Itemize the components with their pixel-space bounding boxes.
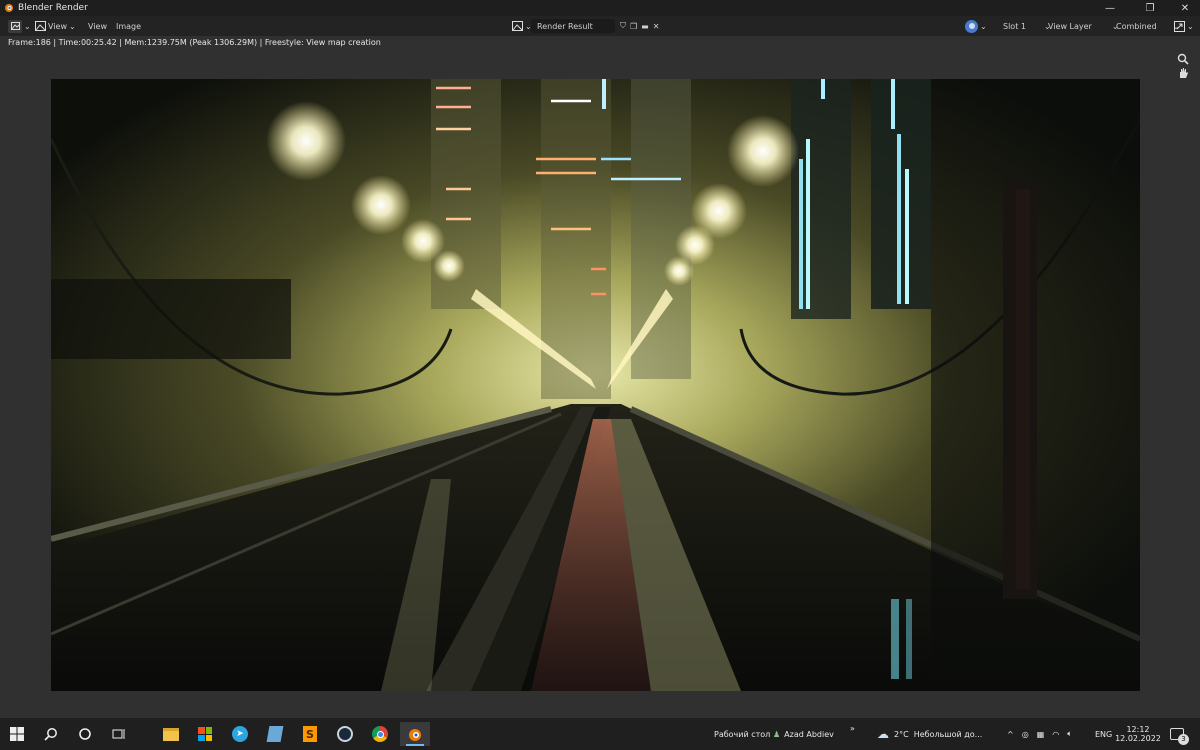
view-mode-label: View xyxy=(48,21,67,31)
menu-image-label: Image xyxy=(116,21,142,31)
grid-app-icon[interactable]: ▦ xyxy=(1037,730,1045,739)
chevron-down-icon: ⌄ xyxy=(24,21,31,31)
render-result-image xyxy=(51,79,1140,691)
unlink-icon[interactable]: ✕ xyxy=(653,22,660,31)
windows-logo-icon xyxy=(10,727,24,741)
maximize-button[interactable]: ❐ xyxy=(1130,0,1170,16)
window-title: Blender Render xyxy=(18,3,88,13)
image-name-field[interactable]: Render Result xyxy=(531,19,615,33)
task-view-icon xyxy=(112,729,125,739)
search-icon xyxy=(44,728,57,741)
file-explorer-icon xyxy=(163,727,179,741)
expand-icon xyxy=(1174,20,1185,32)
image-icon xyxy=(512,21,523,31)
close-button[interactable]: ✕ xyxy=(1165,0,1200,16)
weather-temp: 2°C xyxy=(894,729,909,739)
volume-icon[interactable]: 🔈︎ xyxy=(1067,729,1072,739)
task-view-button[interactable] xyxy=(104,722,134,746)
notification-icon: 3 xyxy=(1170,728,1189,745)
language-label: ENG xyxy=(1095,729,1113,739)
menu-image[interactable]: Image xyxy=(116,19,141,33)
chevron-down-icon: ⌄ xyxy=(980,21,987,31)
view-layer-dropdown[interactable]: View Layer ⌄ xyxy=(1048,19,1119,33)
blender-icon xyxy=(409,729,421,741)
weather-text: Небольшой до... xyxy=(913,729,983,739)
taskbar-app-chrome[interactable] xyxy=(365,722,395,746)
render-slot-display-button[interactable]: ⌄ xyxy=(965,19,987,33)
taskbar-app-telegram[interactable]: ➤ xyxy=(225,722,255,746)
chevron-up-icon[interactable]: ^ xyxy=(1007,730,1014,739)
weather-widget[interactable]: ☁ 2°C Небольшой до... xyxy=(877,718,982,750)
taskbar-app-blender[interactable] xyxy=(400,722,430,746)
notifications-button[interactable]: 3 xyxy=(1170,718,1189,750)
user-avatar-icon: ♟ xyxy=(773,729,781,739)
sidebar-toggle-button[interactable]: ⌄ xyxy=(1174,19,1194,33)
image-editor-icon xyxy=(8,19,22,33)
clock[interactable]: 12:12 12.02.2022 xyxy=(1115,718,1161,750)
render-pass-dropdown[interactable]: Combined ⌄ xyxy=(1116,19,1179,33)
notification-count: 3 xyxy=(1178,734,1189,745)
editor-type-button[interactable]: ⌄ xyxy=(8,19,31,33)
image-name-label: Render Result xyxy=(537,21,593,31)
cloud-rain-icon: ☁ xyxy=(877,727,889,741)
store-icon xyxy=(198,727,212,741)
render-pass-label: Combined xyxy=(1116,21,1157,31)
chrome-icon xyxy=(372,726,388,742)
taskbar-app-store[interactable] xyxy=(190,722,220,746)
hand-pan-icon[interactable] xyxy=(1174,64,1192,82)
steam-icon xyxy=(337,726,353,742)
duplicate-icon[interactable]: ❐ xyxy=(630,22,637,31)
language-indicator[interactable]: ENG xyxy=(1095,718,1112,750)
cortana-icon xyxy=(79,728,91,740)
desktop-toolbar[interactable]: Рабочий стол xyxy=(714,718,770,750)
view-layer-label: View Layer xyxy=(1048,21,1092,31)
desktop-label: Рабочий стол xyxy=(714,729,771,739)
sphere-icon xyxy=(965,19,978,33)
taskbar-app-notes[interactable] xyxy=(260,722,290,746)
clock-date: 12.02.2022 xyxy=(1115,734,1161,743)
taskbar-app-sublime[interactable]: S xyxy=(295,722,325,746)
user-toolbar[interactable]: ♟ Azad Abdiev xyxy=(773,718,834,750)
windows-start-button[interactable] xyxy=(2,722,32,746)
search-button[interactable] xyxy=(36,722,66,746)
taskbar-app-steam[interactable] xyxy=(330,722,360,746)
clock-time: 12:12 xyxy=(1126,725,1150,734)
folder-icon[interactable]: ▬ xyxy=(641,22,649,31)
user-name-label: Azad Abdiev xyxy=(784,729,834,739)
menu-view[interactable]: View xyxy=(88,19,107,33)
shield-icon[interactable]: ⛉ xyxy=(620,21,626,31)
windows-taskbar: ➤ S Рабочий стол ♟ Azad Abdiev » ☁ 2°C Н… xyxy=(0,718,1200,750)
slot-dropdown[interactable]: Slot 1 ⌄ xyxy=(1003,19,1051,33)
menu-view-label: View xyxy=(88,21,107,31)
telegram-icon: ➤ xyxy=(232,726,248,742)
minimize-button[interactable]: — xyxy=(1090,0,1130,16)
toolbar-overflow-icon[interactable]: » xyxy=(850,712,855,744)
view-mode-button[interactable]: View ⌄ xyxy=(35,19,76,33)
image-browse-button[interactable]: ⌄ xyxy=(512,19,532,33)
ring-app-icon[interactable]: ◎ xyxy=(1022,730,1029,739)
cortana-button[interactable] xyxy=(70,722,100,746)
notes-icon xyxy=(266,726,284,742)
taskbar-app-file-explorer[interactable] xyxy=(156,722,186,746)
render-status-line: Frame:186 | Time:00:25.42 | Mem:1239.75M… xyxy=(8,38,381,47)
blender-logo-icon xyxy=(5,4,13,12)
slot-label: Slot 1 xyxy=(1003,21,1026,31)
image-editor-header: ⌄ View ⌄ View Image ⌄ Render Result ⛉ ❐ … xyxy=(0,16,1200,36)
window-titlebar: Blender Render — ❐ ✕ xyxy=(0,0,1200,16)
chevron-down-icon: ⌄ xyxy=(1187,21,1194,31)
chevron-down-icon: ⌄ xyxy=(68,21,76,31)
sublime-icon: S xyxy=(303,726,317,742)
wifi-icon[interactable]: ◠ xyxy=(1052,730,1059,739)
image-icon xyxy=(35,21,46,31)
